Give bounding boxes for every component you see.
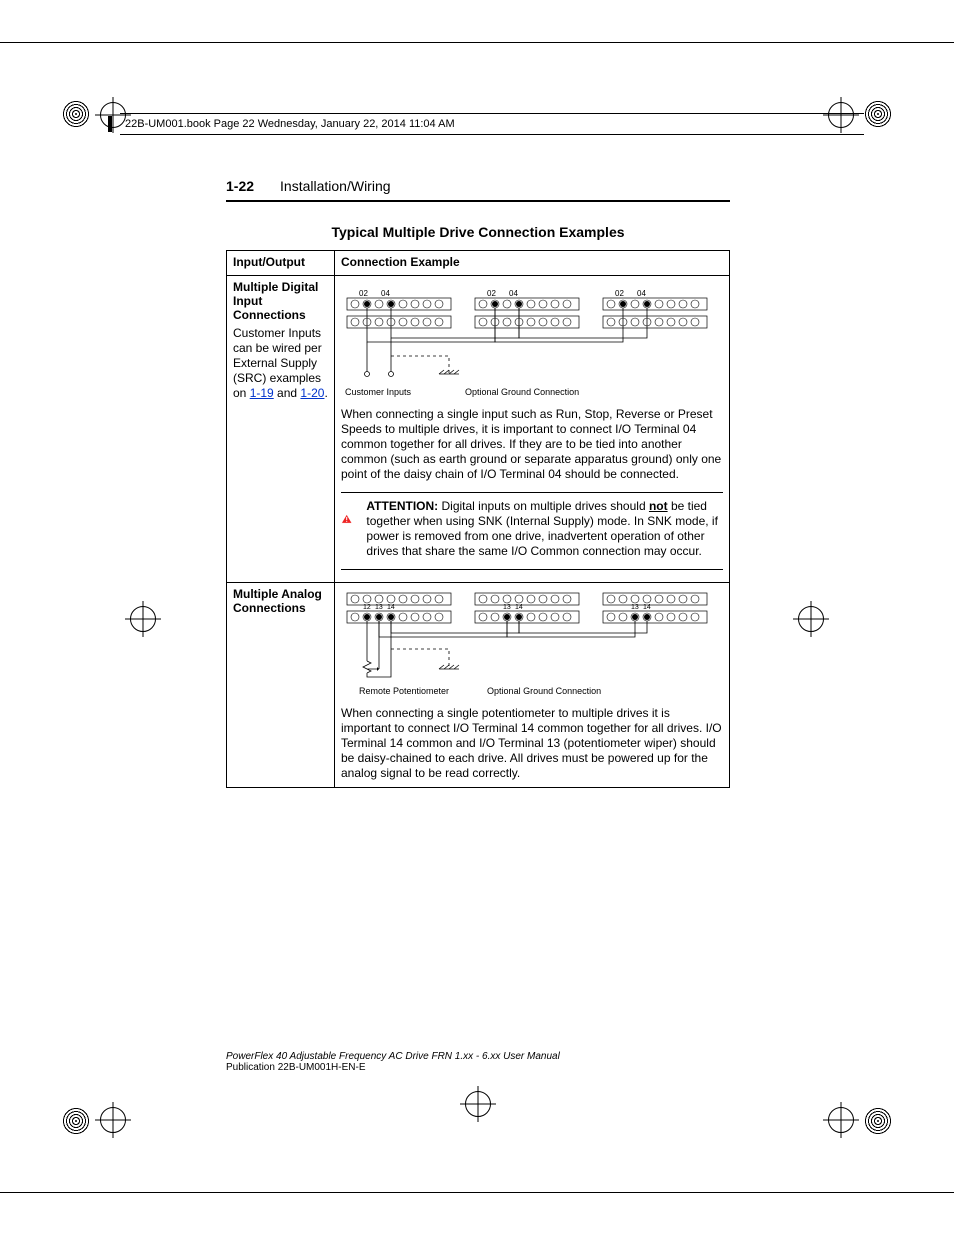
examples-table: Input/Output Connection Example Multiple… bbox=[226, 250, 730, 788]
table-row: Multiple Analog Connections bbox=[227, 583, 730, 788]
footer-title: PowerFlex 40 Adjustable Frequency AC Dri… bbox=[226, 1051, 730, 1062]
attention-icon bbox=[341, 499, 352, 539]
caption-remote-pot: Remote Potentiometer bbox=[359, 686, 449, 696]
svg-text:04: 04 bbox=[637, 289, 646, 298]
svg-text:14: 14 bbox=[387, 604, 395, 611]
page-number: 1-22 bbox=[226, 178, 254, 194]
row2-body: When connecting a single potentiometer t… bbox=[341, 706, 723, 781]
row1-example-cell: 02 04 bbox=[335, 276, 730, 583]
page-border-bottom bbox=[0, 1192, 954, 1193]
row1-desc: Customer Inputs can be wired per Externa… bbox=[233, 326, 328, 401]
row1-body: When connecting a single input such as R… bbox=[341, 407, 723, 482]
analog-diagram: 12 13 14 bbox=[341, 591, 721, 683]
svg-text:13: 13 bbox=[503, 604, 511, 611]
th-input-output: Input/Output bbox=[227, 251, 335, 276]
page: 22B-UM001.book Page 22 Wednesday, Januar… bbox=[0, 0, 954, 1235]
row1-label: Multiple Digital Input Connections bbox=[233, 280, 328, 322]
xref-1-20[interactable]: 1-20 bbox=[300, 386, 324, 400]
attention-not: not bbox=[649, 499, 668, 513]
row2-diagram: 12 13 14 bbox=[341, 587, 723, 698]
row1-diagram-captions: Customer Inputs Optional Ground Connecti… bbox=[341, 387, 723, 397]
crop-ornament bbox=[864, 1107, 892, 1135]
svg-text:14: 14 bbox=[643, 604, 651, 611]
caption-optional-ground: Optional Ground Connection bbox=[465, 387, 579, 397]
crop-ornament bbox=[864, 100, 892, 128]
row2-example-cell: 12 13 14 bbox=[335, 583, 730, 788]
svg-text:12: 12 bbox=[363, 604, 371, 611]
row2-label-cell: Multiple Analog Connections bbox=[227, 583, 335, 788]
svg-text:02: 02 bbox=[487, 289, 496, 298]
row2-diagram-captions: Remote Potentiometer Optional Ground Con… bbox=[341, 686, 723, 696]
svg-text:13: 13 bbox=[631, 604, 639, 611]
svg-text:04: 04 bbox=[509, 289, 518, 298]
row1-desc-mid: and bbox=[274, 386, 301, 400]
attention-lead: ATTENTION: bbox=[366, 499, 438, 513]
svg-text:14: 14 bbox=[515, 604, 523, 611]
header-rule bbox=[226, 200, 730, 202]
row1-desc-post: . bbox=[324, 386, 327, 400]
page-border-top bbox=[0, 42, 954, 43]
svg-text:04: 04 bbox=[381, 289, 390, 298]
registration-mark bbox=[465, 1091, 491, 1117]
row1-diagram: 02 04 bbox=[341, 280, 723, 399]
footer-publication: Publication 22B-UM001H-EN-E bbox=[226, 1062, 730, 1073]
row1-label-cell: Multiple Digital Input Connections Custo… bbox=[227, 276, 335, 583]
caption-customer-inputs: Customer Inputs bbox=[345, 387, 411, 397]
attention-rule-bottom bbox=[341, 569, 723, 570]
registration-mark bbox=[100, 1107, 126, 1133]
svg-text:13: 13 bbox=[375, 604, 383, 611]
table-row: Multiple Digital Input Connections Custo… bbox=[227, 276, 730, 583]
registration-mark bbox=[828, 1107, 854, 1133]
page-footer: PowerFlex 40 Adjustable Frequency AC Dri… bbox=[226, 1051, 730, 1073]
content-column: 1-22 Installation/Wiring Typical Multipl… bbox=[226, 178, 730, 788]
xref-1-19[interactable]: 1-19 bbox=[250, 386, 274, 400]
attention-box: ATTENTION: Digital inputs on multiple dr… bbox=[341, 499, 723, 559]
book-header: 22B-UM001.book Page 22 Wednesday, Januar… bbox=[120, 113, 864, 135]
crop-ornament bbox=[62, 1107, 90, 1135]
svg-text:02: 02 bbox=[359, 289, 368, 298]
registration-mark bbox=[130, 606, 156, 632]
crop-ornament bbox=[62, 100, 90, 128]
svg-text:02: 02 bbox=[615, 289, 624, 298]
book-header-bar bbox=[108, 116, 112, 132]
attention-body-a: Digital inputs on multiple drives should bbox=[438, 499, 649, 513]
row2-label: Multiple Analog Connections bbox=[233, 587, 328, 615]
th-connection-example: Connection Example bbox=[335, 251, 730, 276]
book-header-text: 22B-UM001.book Page 22 Wednesday, Januar… bbox=[125, 118, 455, 130]
digital-input-diagram: 02 04 bbox=[341, 284, 721, 384]
attention-text: ATTENTION: Digital inputs on multiple dr… bbox=[366, 499, 723, 559]
table-title: Typical Multiple Drive Connection Exampl… bbox=[226, 224, 730, 240]
caption-optional-ground-2: Optional Ground Connection bbox=[487, 686, 601, 696]
page-header: 1-22 Installation/Wiring bbox=[226, 178, 730, 194]
section-name: Installation/Wiring bbox=[280, 178, 391, 194]
registration-mark bbox=[798, 606, 824, 632]
attention-rule-top bbox=[341, 492, 723, 493]
